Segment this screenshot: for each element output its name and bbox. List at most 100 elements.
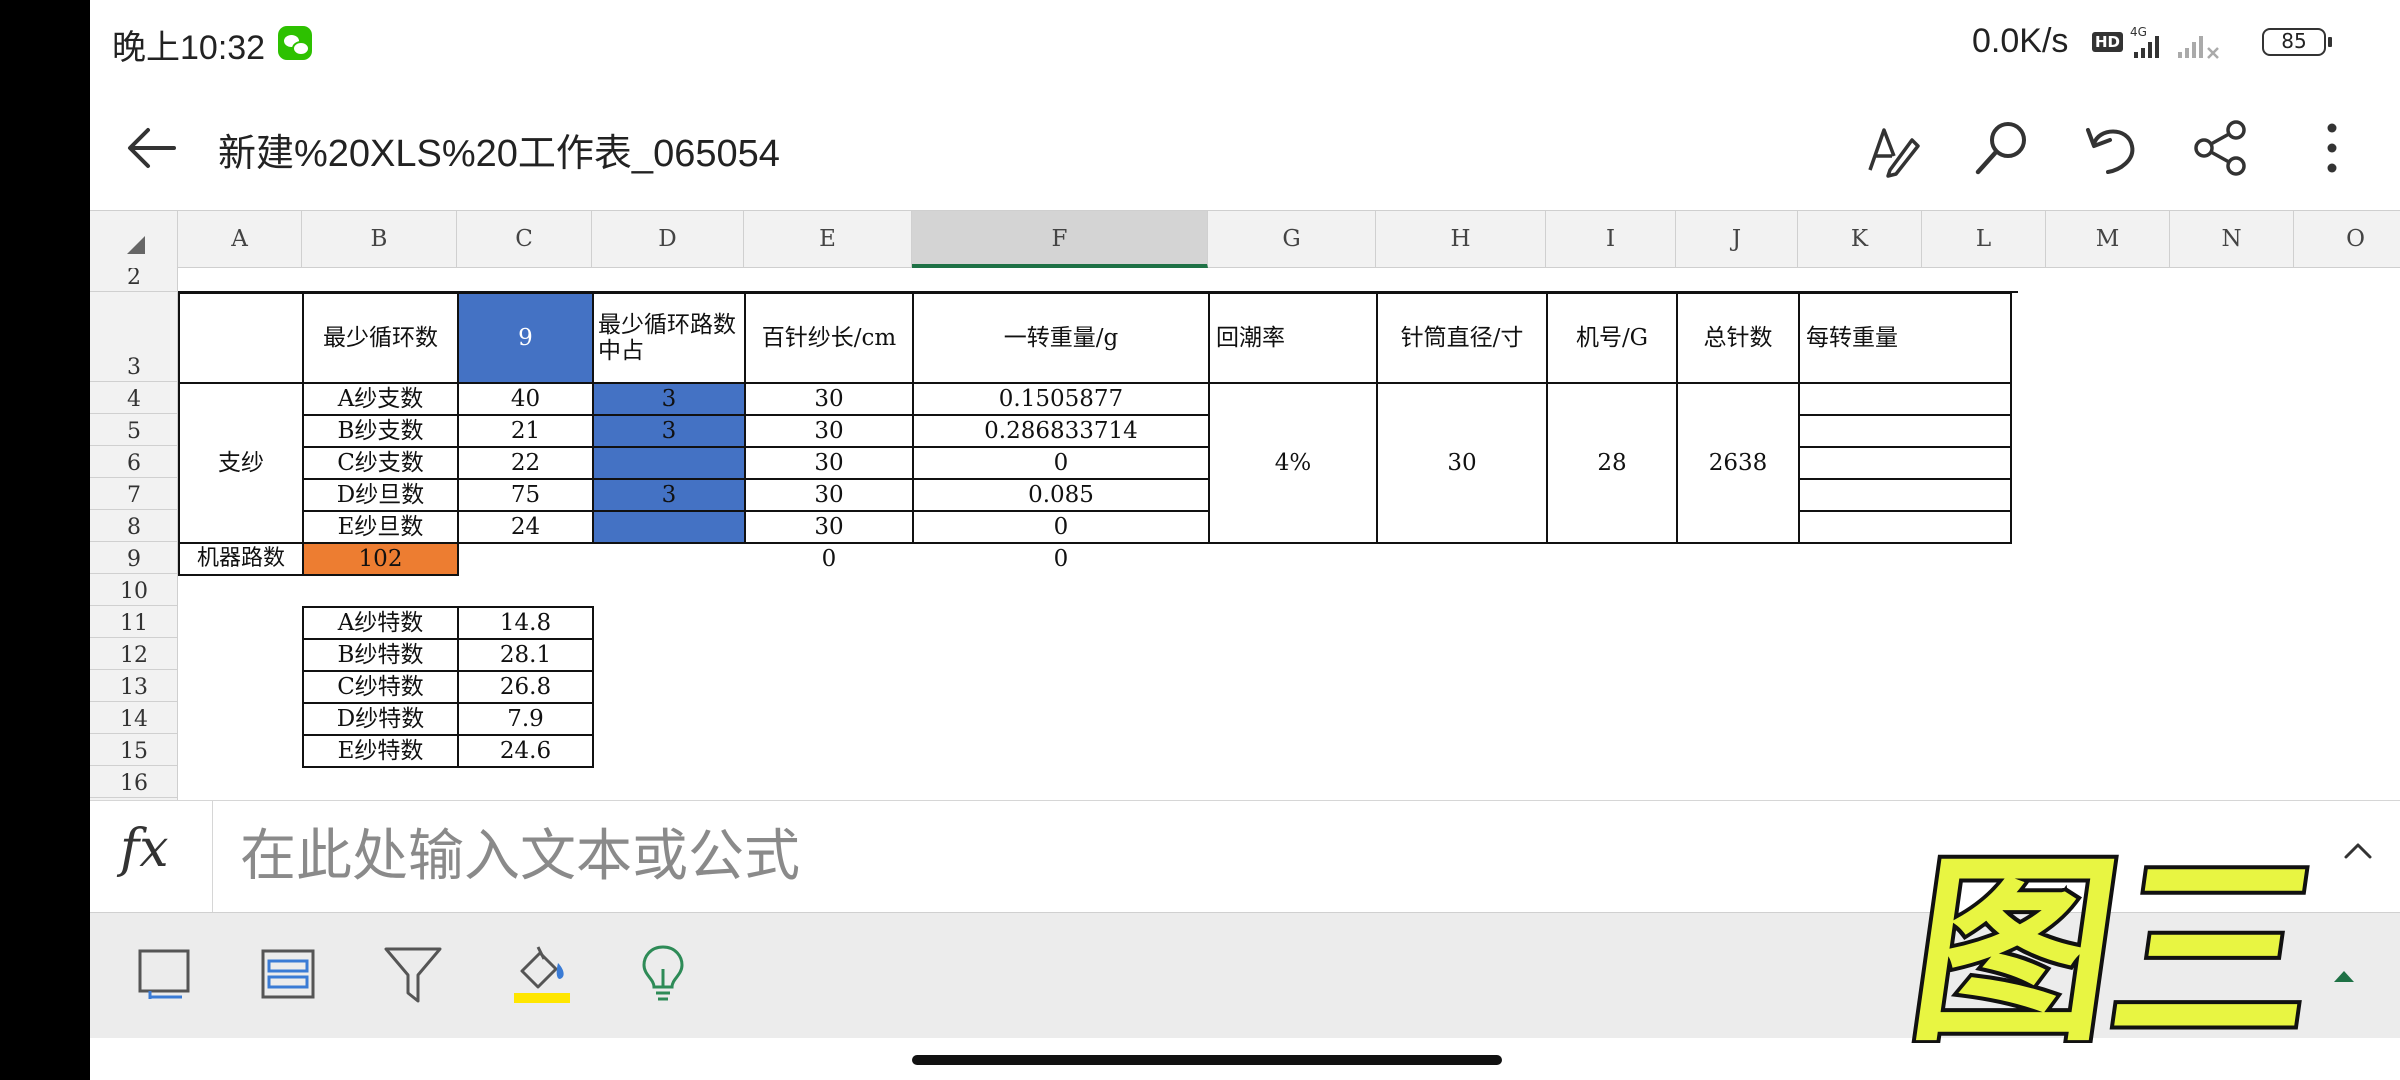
column-header-g[interactable]: G bbox=[1208, 211, 1376, 268]
column-header-f[interactable]: F bbox=[912, 211, 1208, 268]
cell-f7[interactable]: 0.085 bbox=[912, 478, 1210, 512]
cell-d5[interactable]: 3 bbox=[592, 414, 746, 448]
cell-format-icon[interactable] bbox=[132, 941, 198, 1007]
column-header-n[interactable]: N bbox=[2170, 211, 2294, 268]
cell-h4-merged[interactable]: 30 bbox=[1376, 382, 1548, 544]
cell-k4[interactable] bbox=[1798, 382, 2012, 416]
cell-e7[interactable]: 30 bbox=[744, 478, 914, 512]
undo-icon[interactable] bbox=[2080, 116, 2144, 180]
cell-f5[interactable]: 0.286833714 bbox=[912, 414, 1210, 448]
cell-c11[interactable]: 14.8 bbox=[457, 606, 594, 640]
column-header-d[interactable]: D bbox=[592, 211, 744, 268]
cell-d3[interactable]: 最少循环路数中占 bbox=[592, 292, 746, 384]
cell-d7[interactable]: 3 bbox=[592, 478, 746, 512]
network-speed: 0.0K/s bbox=[1972, 22, 2069, 60]
column-header-e[interactable]: E bbox=[744, 211, 912, 268]
wechat-notification-icon bbox=[278, 26, 312, 60]
cell-f3[interactable]: 一转重量/g bbox=[912, 292, 1210, 384]
table-rows-icon[interactable] bbox=[255, 941, 321, 1007]
cell-e9[interactable]: 0 bbox=[744, 542, 914, 576]
cell-b11[interactable]: A纱特数 bbox=[302, 606, 459, 640]
cell-e5[interactable]: 30 bbox=[744, 414, 914, 448]
cell-d8[interactable] bbox=[592, 510, 746, 544]
cell-b6[interactable]: C纱支数 bbox=[302, 446, 459, 480]
formula-input[interactable] bbox=[240, 815, 1540, 895]
cell-b12[interactable]: B纱特数 bbox=[302, 638, 459, 672]
column-header-h[interactable]: H bbox=[1376, 211, 1546, 268]
cell-c6[interactable]: 22 bbox=[457, 446, 594, 480]
cell-f4[interactable]: 0.1505877 bbox=[912, 382, 1210, 416]
cell-c3[interactable]: 9 bbox=[457, 292, 594, 384]
cell-e3[interactable]: 百针纱长/cm bbox=[744, 292, 914, 384]
column-header-l[interactable]: L bbox=[1922, 211, 2046, 268]
cell-b8[interactable]: E纱旦数 bbox=[302, 510, 459, 544]
cell-g3[interactable]: 回潮率 bbox=[1208, 292, 1378, 384]
cell-c4[interactable]: 40 bbox=[457, 382, 594, 416]
cell-f9[interactable]: 0 bbox=[912, 542, 1210, 576]
cell-k7[interactable] bbox=[1798, 478, 2012, 512]
lightbulb-icon[interactable] bbox=[630, 941, 696, 1007]
more-options-icon[interactable] bbox=[2300, 116, 2364, 180]
cell-c13[interactable]: 26.8 bbox=[457, 670, 594, 704]
cell-c12[interactable]: 28.1 bbox=[457, 638, 594, 672]
cell-i3[interactable]: 机号/G bbox=[1546, 292, 1678, 384]
select-all-corner[interactable] bbox=[90, 211, 178, 268]
cell-c15[interactable]: 24.6 bbox=[457, 734, 594, 768]
document-title: 新建%20XLS%20工作表_065054 bbox=[218, 133, 780, 175]
cell-b13[interactable]: C纱特数 bbox=[302, 670, 459, 704]
cell-b4[interactable]: A纱支数 bbox=[302, 382, 459, 416]
column-header-a[interactable]: A bbox=[178, 211, 302, 268]
cell-b3[interactable]: 最少循环数 bbox=[302, 292, 459, 384]
cell-c7[interactable]: 75 bbox=[457, 478, 594, 512]
cell-b7[interactable]: D纱旦数 bbox=[302, 478, 459, 512]
fill-color-icon[interactable] bbox=[508, 941, 574, 1007]
column-header-j[interactable]: J bbox=[1676, 211, 1798, 268]
app-bar: 新建%20XLS%20工作表_065054 bbox=[90, 86, 2400, 210]
fx-icon[interactable]: fx bbox=[120, 819, 169, 879]
cell-b5[interactable]: B纱支数 bbox=[302, 414, 459, 448]
cell-b15[interactable]: E纱特数 bbox=[302, 734, 459, 768]
cell-a9[interactable]: 机器路数 bbox=[178, 542, 304, 576]
cell-h3[interactable]: 针筒直径/寸 bbox=[1376, 292, 1548, 384]
cell-k5[interactable] bbox=[1798, 414, 2012, 448]
cell-b9[interactable]: 102 bbox=[302, 542, 459, 576]
column-header-m[interactable]: M bbox=[2046, 211, 2170, 268]
status-bar: 晚上10:32 0.0K/s HD 4G 85 bbox=[90, 0, 2400, 86]
back-arrow-icon[interactable] bbox=[120, 116, 184, 180]
cell-k6[interactable] bbox=[1798, 446, 2012, 480]
cellular-signal-icon: 4G bbox=[2130, 25, 2219, 59]
cell-d4[interactable]: 3 bbox=[592, 382, 746, 416]
cell-b14[interactable]: D纱特数 bbox=[302, 702, 459, 736]
cell-c14[interactable]: 7.9 bbox=[457, 702, 594, 736]
column-header-b[interactable]: B bbox=[302, 211, 457, 268]
column-header-o[interactable]: O bbox=[2294, 211, 2400, 268]
column-header-c[interactable]: C bbox=[457, 211, 592, 268]
cell-f6[interactable]: 0 bbox=[912, 446, 1210, 480]
home-indicator[interactable] bbox=[912, 1055, 1502, 1065]
cell-k8[interactable] bbox=[1798, 510, 2012, 544]
overlay-text: 图三 bbox=[1898, 843, 2331, 1043]
edit-pen-icon[interactable] bbox=[1860, 116, 1924, 180]
cell-k3[interactable]: 每转重量 bbox=[1798, 292, 2012, 384]
cell-j4-merged[interactable]: 2638 bbox=[1676, 382, 1800, 544]
hd-voice-icon: HD bbox=[2092, 32, 2124, 52]
share-icon[interactable] bbox=[2190, 116, 2254, 180]
cell-j3[interactable]: 总针数 bbox=[1676, 292, 1800, 384]
cell-e4[interactable]: 30 bbox=[744, 382, 914, 416]
cell-i4-merged[interactable]: 28 bbox=[1546, 382, 1678, 544]
cell-e6[interactable]: 30 bbox=[744, 446, 914, 480]
cell-f8[interactable]: 0 bbox=[912, 510, 1210, 544]
filter-icon[interactable] bbox=[380, 941, 446, 1007]
cell-g4-merged[interactable]: 4% bbox=[1208, 382, 1378, 544]
cell-c5[interactable]: 21 bbox=[457, 414, 594, 448]
column-header-k[interactable]: K bbox=[1798, 211, 1922, 268]
cell-d6[interactable] bbox=[592, 446, 746, 480]
column-header-i[interactable]: I bbox=[1546, 211, 1676, 268]
cell-c8[interactable]: 24 bbox=[457, 510, 594, 544]
search-icon[interactable] bbox=[1970, 116, 2034, 180]
column-header-bar: A B C D E F G H I J K L M N O bbox=[90, 210, 2400, 268]
cell-e8[interactable]: 30 bbox=[744, 510, 914, 544]
screen: 晚上10:32 0.0K/s HD 4G 85 新建%20XLS%20工作表_0… bbox=[90, 0, 2400, 1080]
cell-a4-merged[interactable]: 支纱 bbox=[178, 382, 304, 544]
cell-a3[interactable] bbox=[178, 292, 304, 384]
